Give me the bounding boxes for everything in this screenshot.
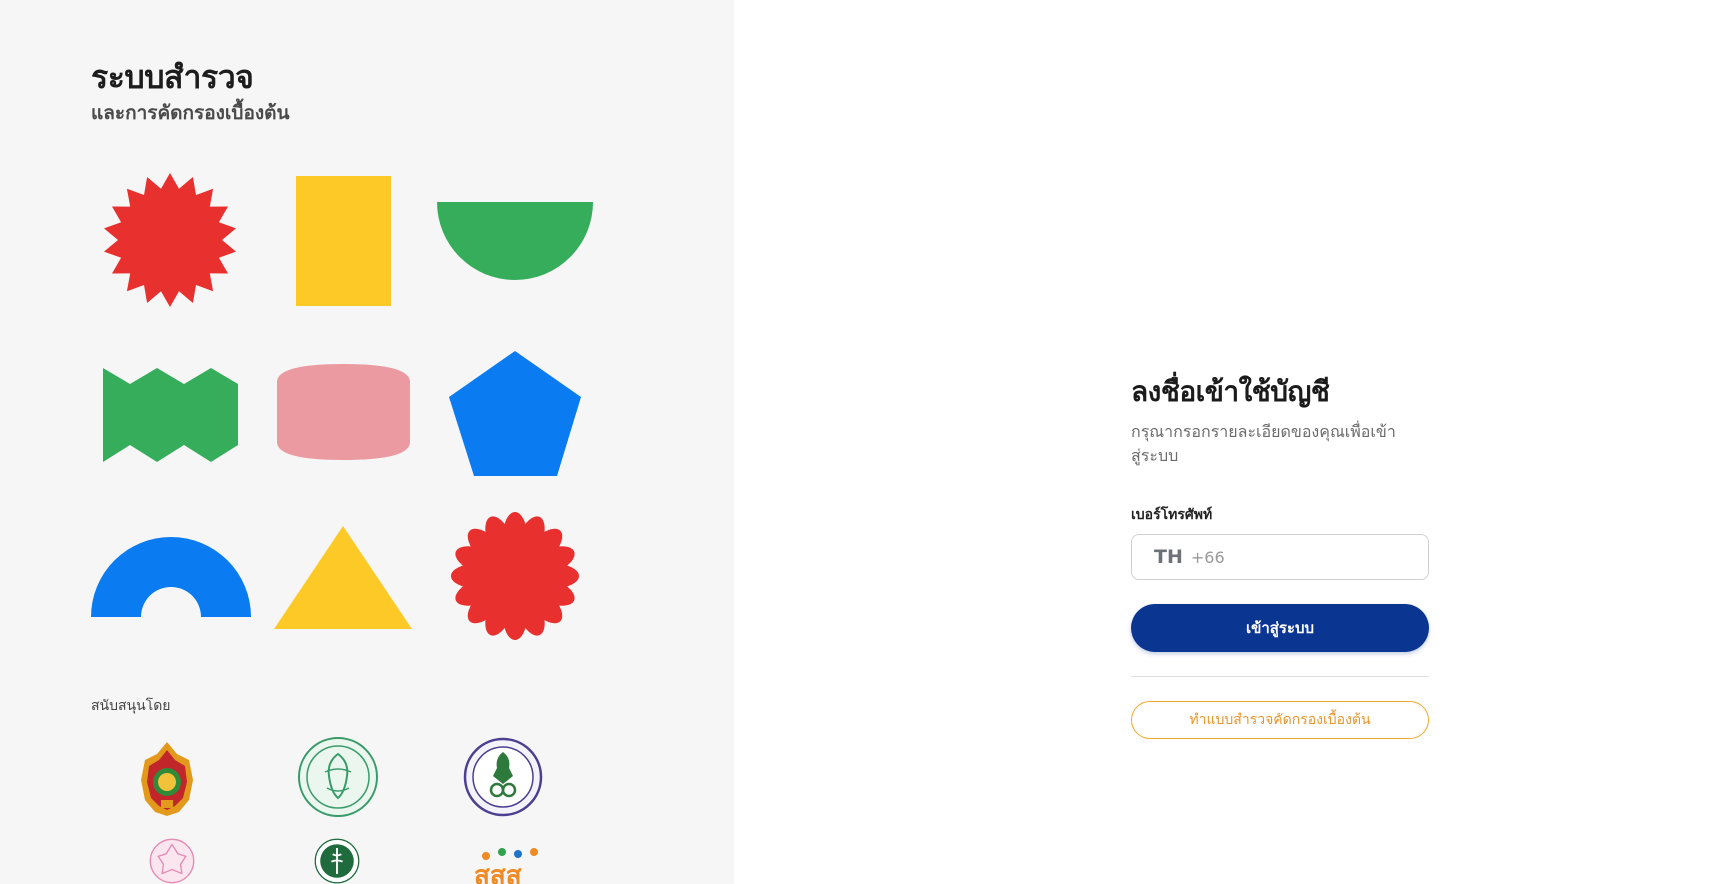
purple-seal-logo: [463, 737, 543, 817]
blue-arch-shape: [91, 537, 251, 617]
blue-pentagon-shape: [449, 351, 581, 476]
flower-petal: [531, 564, 579, 588]
flower-petal: [467, 528, 506, 567]
pink-seal-logo: [149, 838, 195, 884]
login-form: ลงชื่อเข้าใช้บัญชี กรุณากรอกรายละเอียดขอ…: [1131, 370, 1443, 739]
flower-petal: [503, 512, 527, 560]
flower-petal: [515, 516, 545, 562]
green-half-circle-shape: [437, 202, 593, 280]
yellow-rectangle-shape: [296, 176, 391, 306]
take-survey-button[interactable]: ทำแบบสำรวจคัดกรองเบื้องต้น: [1131, 701, 1429, 739]
flower-petal: [529, 546, 575, 576]
thaihealth-stars-icon: [482, 848, 538, 860]
flower-petal: [485, 516, 515, 562]
yellow-triangle-shape: [274, 526, 412, 629]
flower-petal: [467, 585, 506, 624]
flower-petal: [455, 546, 501, 576]
brand-title: ระบบสำรวจ: [91, 58, 254, 96]
green-seal-logo: [298, 737, 378, 817]
phone-label: เบอร์โทรศัพท์: [1131, 507, 1213, 523]
brand-subtitle: และการคัดกรองเบื้องต้น: [91, 102, 290, 124]
flower-petal: [455, 576, 501, 606]
flower-petal: [503, 592, 527, 640]
dial-code: +66: [1190, 547, 1225, 567]
phone-field[interactable]: TH +66: [1131, 534, 1443, 580]
login-title: ลงชื่อเข้าใช้บัญชี: [1131, 375, 1330, 408]
login-subtitle: กรุณากรอกรายละเอียดของคุณเพื่อเข้าสู่ระบ…: [1131, 422, 1396, 465]
login-button[interactable]: เข้าสู่ระบบ: [1131, 604, 1429, 652]
flower-petal: [524, 528, 563, 567]
flower-petal: [451, 564, 499, 588]
flower-petal: [515, 590, 545, 636]
country-code[interactable]: TH: [1154, 546, 1183, 568]
flower-petal: [524, 585, 563, 624]
left-panel: ระบบสำรวจ และการคัดกรองเบื้องต้น สนับสนุ…: [0, 0, 734, 884]
thaihealth-logo: สสส: [474, 846, 544, 884]
red-flower-shape: [451, 512, 579, 640]
ministry-of-public-health-logo: [314, 838, 360, 884]
supported-by-label: สนับสนุนโดย: [91, 698, 171, 714]
pink-cylinder-shape: [277, 364, 410, 460]
form-divider: [1131, 676, 1429, 677]
thaihealth-logo-text: สสส: [474, 861, 522, 884]
flower-petal: [485, 590, 515, 636]
red-starburst-shape: [104, 173, 236, 307]
green-zigzag-shape: [103, 368, 238, 462]
flower-center: [479, 540, 551, 612]
phone-input[interactable]: [1238, 536, 1443, 578]
flower-petal: [529, 576, 575, 606]
ministry-of-education-logo: [141, 742, 193, 816]
